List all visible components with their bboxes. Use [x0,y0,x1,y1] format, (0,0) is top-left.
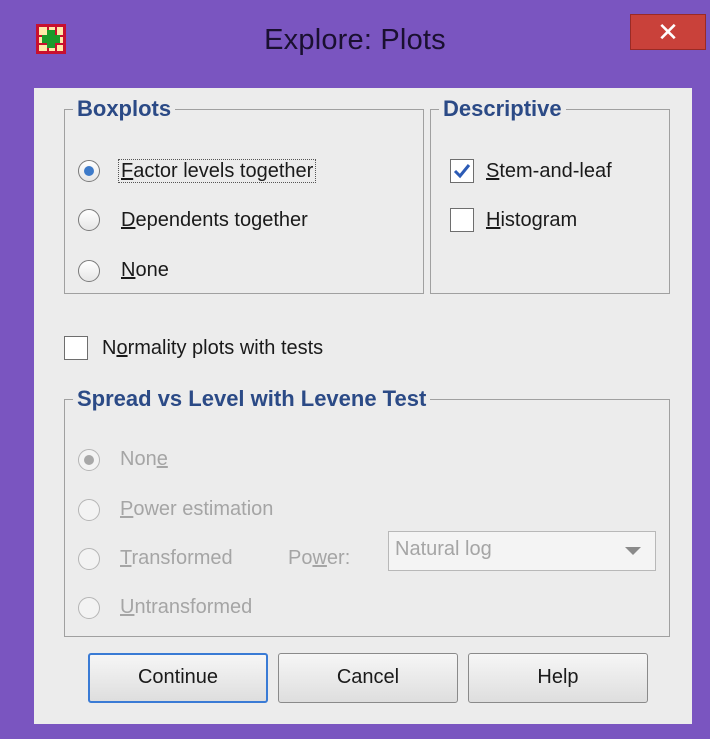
spread-untransformed-radio [78,597,100,619]
histogram-checkbox[interactable] [450,208,474,232]
dialog-body: Boxplots Factor levels together Dependen… [34,88,692,724]
boxplot-dependents-radio[interactable] [78,209,100,231]
spread-none-label: None [120,448,168,470]
stem-and-leaf-label[interactable]: Stem-and-leaf [486,158,612,184]
spread-power-estimation-label: Power estimation [120,498,274,520]
title-bar[interactable]: Explore: Plots ✕ [0,0,710,88]
help-button[interactable]: Help [468,653,648,703]
stem-and-leaf-checkbox[interactable] [450,159,474,183]
normality-plots-checkbox[interactable] [64,336,88,360]
boxplot-factor-levels-label[interactable]: Factor levels together [118,158,317,184]
continue-button[interactable]: Continue [88,653,268,703]
boxplot-dependents-label[interactable]: Dependents together [121,207,308,233]
close-button[interactable]: ✕ [630,14,706,50]
normality-plots-label[interactable]: Normality plots with tests [102,335,323,361]
spread-none-radio [78,449,100,471]
spread-transformed-label: Transformed [120,547,233,569]
boxplot-factor-levels-radio[interactable] [78,160,100,182]
power-label: Power: [288,547,351,569]
chevron-down-icon [625,547,641,555]
boxplot-none-radio[interactable] [78,260,100,282]
histogram-label[interactable]: Histogram [486,207,577,233]
spread-power-estimation-radio [78,499,100,521]
descriptive-legend: Descriptive [439,96,566,122]
boxplots-group: Boxplots [64,96,424,294]
boxplots-legend: Boxplots [73,96,176,122]
spread-transformed-radio [78,548,100,570]
power-select-value: Natural log [395,538,492,560]
spread-vs-level-legend: Spread vs Level with Levene Test [73,386,431,412]
boxplot-none-label[interactable]: None [121,257,169,283]
descriptive-group: Descriptive [430,96,670,294]
cancel-button[interactable]: Cancel [278,653,458,703]
window-title: Explore: Plots [264,24,446,56]
spread-untransformed-label: Untransformed [120,596,253,618]
checkmark-icon [453,164,471,179]
close-icon: ✕ [657,17,679,47]
power-select: Natural log [388,531,656,571]
dialog-window: Explore: Plots ✕ Boxplots Factor levels … [0,0,710,739]
